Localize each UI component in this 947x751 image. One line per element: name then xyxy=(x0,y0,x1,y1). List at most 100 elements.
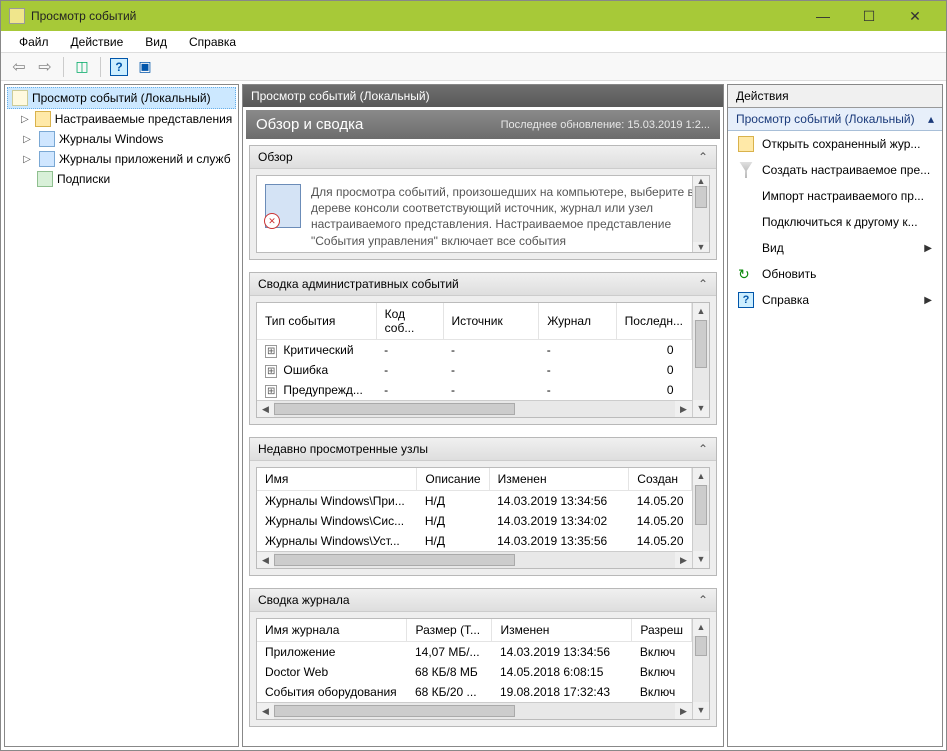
app-icon xyxy=(9,8,25,24)
journal-summary-table[interactable]: Имя журнала Размер (Т... Изменен Разреш … xyxy=(257,619,692,702)
help-button[interactable] xyxy=(107,56,131,78)
scroll-down-icon[interactable]: ▼ xyxy=(693,242,709,252)
info-scrollbar[interactable]: ▲ ▼ xyxy=(692,176,709,252)
menu-file[interactable]: Файл xyxy=(9,33,59,51)
scroll-right-icon[interactable]: ▶ xyxy=(675,706,692,717)
scroll-up-icon[interactable]: ▲ xyxy=(693,468,709,485)
table-row[interactable]: Предупрежд...---0 xyxy=(257,380,692,400)
h-scrollbar[interactable]: ◀ ▶ xyxy=(257,400,692,417)
v-scrollbar[interactable]: ▲ ▼ xyxy=(692,619,709,719)
scroll-up-icon[interactable]: ▲ xyxy=(693,176,709,186)
tree-item[interactable]: ▷Журналы Windows xyxy=(7,129,236,149)
minimize-button[interactable]: — xyxy=(800,1,846,31)
col-desc[interactable]: Описание xyxy=(417,468,489,491)
menu-action[interactable]: Действие xyxy=(61,33,134,51)
tree-panel[interactable]: Просмотр событий (Локальный) ▷Настраивае… xyxy=(4,84,239,747)
col-modified[interactable]: Изменен xyxy=(489,468,629,491)
tree-item[interactable]: ▷Настраиваемые представления xyxy=(7,109,236,129)
titlebar[interactable]: Просмотр событий — ☐ ✕ xyxy=(1,1,946,31)
table-row[interactable]: Журналы Windows\Уст...Н/Д14.03.2019 13:3… xyxy=(257,531,692,551)
menu-help[interactable]: Справка xyxy=(179,33,246,51)
table-row[interactable]: Журналы Windows\Сис...Н/Д14.03.2019 13:3… xyxy=(257,511,692,531)
section-admin-header[interactable]: Сводка административных событий ⌃ xyxy=(250,273,716,296)
scroll-thumb[interactable] xyxy=(695,320,707,368)
col-source[interactable]: Источник xyxy=(443,303,539,340)
v-scrollbar[interactable]: ▲ ▼ xyxy=(692,303,709,417)
col-code[interactable]: Код соб... xyxy=(376,303,443,340)
action-item[interactable]: Открыть сохраненный жур... xyxy=(728,131,942,157)
close-button[interactable]: ✕ xyxy=(892,1,938,31)
action-item[interactable]: Импорт настраиваемого пр... xyxy=(728,183,942,209)
col-size[interactable]: Размер (Т... xyxy=(407,619,492,642)
collapse-icon[interactable]: ⌃ xyxy=(698,593,708,607)
tree-item[interactable]: Подписки xyxy=(7,169,236,189)
properties-button[interactable] xyxy=(133,56,157,78)
table-row[interactable]: Приложение14,07 МБ/...14.03.2019 13:34:5… xyxy=(257,642,692,663)
expand-icon[interactable]: ▷ xyxy=(21,154,33,165)
scroll-left-icon[interactable]: ◀ xyxy=(257,555,274,566)
scroll-up-icon[interactable]: ▲ xyxy=(693,303,709,320)
menubar: Файл Действие Вид Справка xyxy=(1,31,946,53)
scroll-left-icon[interactable]: ◀ xyxy=(257,404,274,415)
scroll-thumb[interactable] xyxy=(274,403,515,415)
h-scrollbar[interactable]: ◀ ▶ xyxy=(257,702,692,719)
action-item[interactable]: Подключиться к другому к... xyxy=(728,209,942,235)
col-journal[interactable]: Журнал xyxy=(539,303,616,340)
scroll-right-icon[interactable]: ▶ xyxy=(675,555,692,566)
action-label: Создать настраиваемое пре... xyxy=(762,163,930,177)
scroll-down-icon[interactable]: ▼ xyxy=(693,702,709,719)
admin-events-table[interactable]: Тип события Код соб... Источник Журнал П… xyxy=(257,303,692,400)
action-item[interactable]: Создать настраиваемое пре... xyxy=(728,157,942,183)
col-modified[interactable]: Изменен xyxy=(492,619,632,642)
col-journal-name[interactable]: Имя журнала xyxy=(257,619,407,642)
cell-source: - xyxy=(443,380,539,400)
table-row[interactable]: События оборудования68 КБ/20 ...19.08.20… xyxy=(257,682,692,702)
center-body[interactable]: Обзор и сводка Последнее обновление: 15.… xyxy=(243,107,723,746)
overview-text: Для просмотра событий, произошедших на к… xyxy=(311,184,701,244)
col-permission[interactable]: Разреш xyxy=(632,619,692,642)
scroll-thumb[interactable] xyxy=(695,186,707,208)
cell-desc: Н/Д xyxy=(417,511,489,531)
actions-subtitle[interactable]: Просмотр событий (Локальный) ▴ xyxy=(728,108,942,131)
action-item[interactable]: Обновить xyxy=(728,261,942,287)
section-recent-header[interactable]: Недавно просмотренные узлы ⌃ xyxy=(250,438,716,461)
h-scrollbar[interactable]: ◀ ▶ xyxy=(257,551,692,568)
action-item[interactable]: Справка▶ xyxy=(728,287,942,313)
cell-last: 0 xyxy=(616,340,691,361)
v-scrollbar[interactable]: ▲ ▼ xyxy=(692,468,709,568)
section-overview-header[interactable]: Обзор ⌃ xyxy=(250,146,716,169)
collapse-up-icon[interactable]: ▴ xyxy=(928,112,934,126)
action-item[interactable]: Вид▶ xyxy=(728,235,942,261)
scroll-right-icon[interactable]: ▶ xyxy=(675,404,692,415)
col-created[interactable]: Создан xyxy=(629,468,692,491)
recent-nodes-table[interactable]: Имя Описание Изменен Создан Журналы Wind… xyxy=(257,468,692,551)
scroll-thumb[interactable] xyxy=(274,705,515,717)
menu-view[interactable]: Вид xyxy=(135,33,177,51)
col-type[interactable]: Тип события xyxy=(257,303,376,340)
collapse-icon[interactable]: ⌃ xyxy=(698,277,708,291)
table-row[interactable]: Ошибка---0 xyxy=(257,360,692,380)
tree-root[interactable]: Просмотр событий (Локальный) xyxy=(7,87,236,109)
col-name[interactable]: Имя xyxy=(257,468,417,491)
scroll-down-icon[interactable]: ▼ xyxy=(693,400,709,417)
table-row[interactable]: Журналы Windows\При...Н/Д14.03.2019 13:3… xyxy=(257,491,692,512)
scroll-down-icon[interactable]: ▼ xyxy=(693,551,709,568)
collapse-icon[interactable]: ⌃ xyxy=(698,150,708,164)
table-row[interactable]: Doctor Web68 КБ/8 МБ14.05.2018 6:08:15Вк… xyxy=(257,662,692,682)
expand-icon[interactable]: ▷ xyxy=(21,134,33,145)
scroll-left-icon[interactable]: ◀ xyxy=(257,706,274,717)
tree-item[interactable]: ▷Журналы приложений и служб xyxy=(7,149,236,169)
section-journal-header[interactable]: Сводка журнала ⌃ xyxy=(250,589,716,612)
show-hide-tree-button[interactable] xyxy=(70,56,94,78)
expand-icon[interactable]: ▷ xyxy=(21,114,29,125)
col-last[interactable]: Последн... xyxy=(616,303,691,340)
table-row[interactable]: Критический---0 xyxy=(257,340,692,361)
scroll-up-icon[interactable]: ▲ xyxy=(693,619,709,636)
maximize-button[interactable]: ☐ xyxy=(846,1,892,31)
forward-button[interactable] xyxy=(33,56,57,78)
scroll-thumb[interactable] xyxy=(695,636,707,656)
scroll-thumb[interactable] xyxy=(695,485,707,525)
scroll-thumb[interactable] xyxy=(274,554,515,566)
collapse-icon[interactable]: ⌃ xyxy=(698,442,708,456)
back-button[interactable] xyxy=(7,56,31,78)
